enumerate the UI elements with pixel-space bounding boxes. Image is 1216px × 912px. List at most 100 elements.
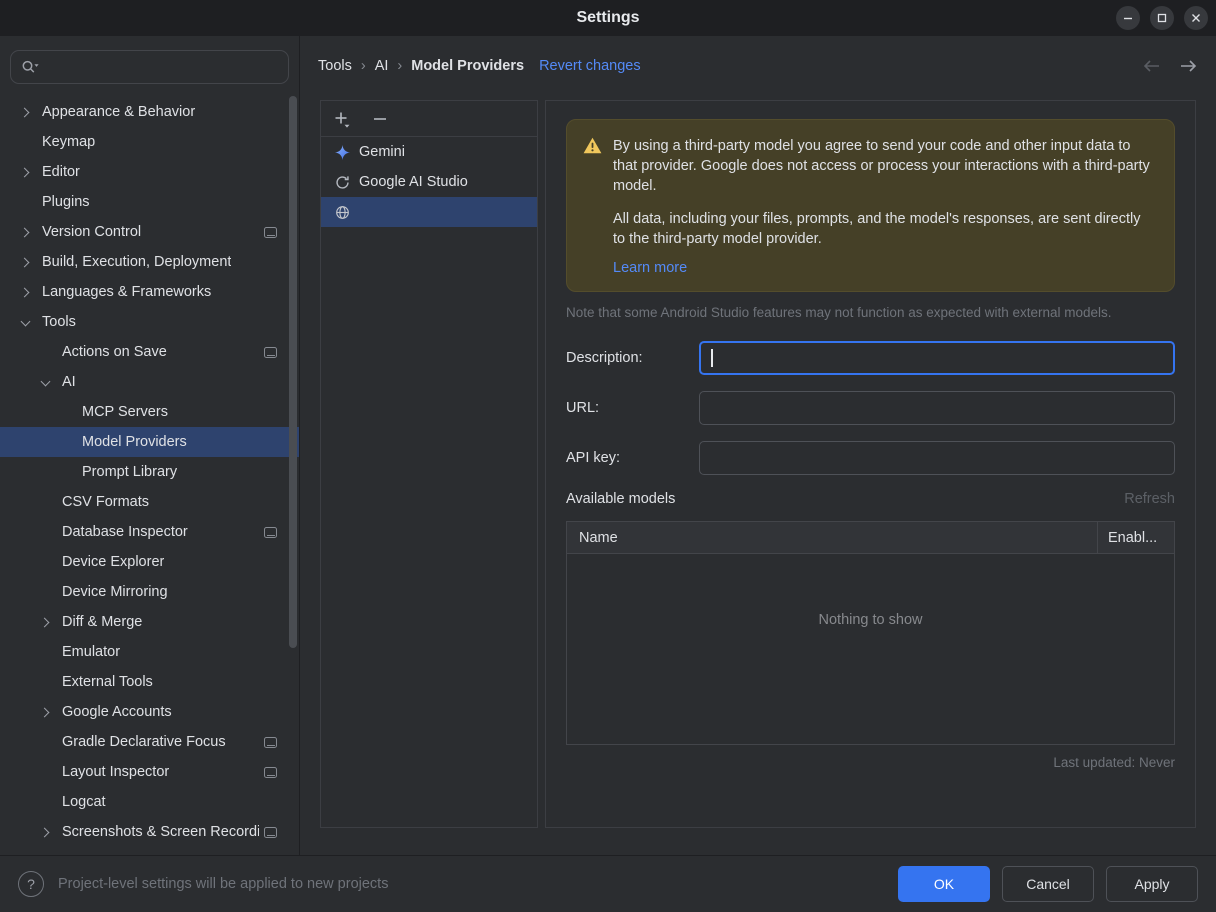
- sidebar-item-google-accounts[interactable]: Google Accounts: [0, 697, 299, 727]
- description-label: Description:: [566, 350, 699, 366]
- settings-main: Tools › AI › Model Providers Revert chan…: [300, 36, 1216, 855]
- apply-button[interactable]: Apply: [1106, 866, 1198, 902]
- chevron-right-icon[interactable]: [21, 228, 31, 238]
- maximize-button[interactable]: [1150, 6, 1174, 30]
- sidebar-item-emulator[interactable]: Emulator: [0, 637, 299, 667]
- sidebar-item-screenshots-screen-recording[interactable]: Screenshots & Screen Recordi: [0, 817, 299, 847]
- footer-buttons: OK Cancel Apply: [898, 866, 1198, 902]
- maximize-icon: [1157, 13, 1167, 23]
- forward-arrow-icon: [1178, 59, 1198, 73]
- sidebar-item-device-mirroring[interactable]: Device Mirroring: [0, 577, 299, 607]
- provider-form-panel: By using a third-party model you agree t…: [545, 100, 1196, 828]
- minimize-icon: [1123, 13, 1133, 23]
- sidebar-item-version-control[interactable]: Version Control: [0, 217, 299, 247]
- settings-search[interactable]: [10, 50, 289, 84]
- sidebar-item-diff-merge[interactable]: Diff & Merge: [0, 607, 299, 637]
- breadcrumb-ai[interactable]: AI: [375, 58, 389, 74]
- provider-item-google-ai-studio[interactable]: Google AI Studio: [321, 167, 537, 197]
- gemini-icon: [334, 145, 350, 160]
- provider-item-label: Gemini: [359, 144, 405, 160]
- column-header-enabled[interactable]: Enabl...: [1098, 522, 1174, 553]
- api-key-input[interactable]: [699, 441, 1175, 475]
- third-party-warning-banner: By using a third-party model you agree t…: [566, 119, 1175, 292]
- add-icon: [333, 110, 351, 128]
- sidebar-item-gradle-declarative-focus[interactable]: Gradle Declarative Focus: [0, 727, 299, 757]
- sidebar-item-logcat[interactable]: Logcat: [0, 787, 299, 817]
- refresh-button[interactable]: Refresh: [1124, 491, 1175, 507]
- provider-item-new[interactable]: [321, 197, 537, 227]
- window-title: Settings: [576, 9, 639, 27]
- sidebar-item-keymap[interactable]: Keymap: [0, 127, 299, 157]
- chevron-right-icon[interactable]: [41, 708, 51, 718]
- sidebar-item-layout-inspector[interactable]: Layout Inspector: [0, 757, 299, 787]
- external-models-note: Note that some Android Studio features m…: [566, 305, 1175, 320]
- sidebar-item-plugins[interactable]: Plugins: [0, 187, 299, 217]
- ide-settings-icon: [264, 827, 277, 838]
- remove-provider-button[interactable]: [367, 106, 393, 132]
- chevron-right-icon[interactable]: [21, 258, 31, 268]
- chevron-down-icon[interactable]: [21, 318, 31, 328]
- sidebar-item-languages-frameworks[interactable]: Languages & Frameworks: [0, 277, 299, 307]
- close-icon: [1191, 13, 1201, 23]
- chevron-right-icon[interactable]: [41, 618, 51, 628]
- url-input[interactable]: [699, 391, 1175, 425]
- models-table-empty-state: Nothing to show: [567, 554, 1174, 744]
- sidebar-item-csv-formats[interactable]: CSV Formats: [0, 487, 299, 517]
- available-models-label: Available models: [566, 491, 675, 507]
- column-header-name[interactable]: Name: [567, 522, 1098, 553]
- close-button[interactable]: [1184, 6, 1208, 30]
- footer-hint: Project-level settings will be applied t…: [58, 876, 388, 892]
- globe-icon: [334, 205, 350, 220]
- provider-list-toolbar: [321, 101, 537, 137]
- settings-sidebar: Appearance & Behavior Keymap Editor Plug…: [0, 36, 300, 855]
- sidebar-item-mcp-servers[interactable]: MCP Servers: [0, 397, 299, 427]
- ok-button[interactable]: OK: [898, 866, 990, 902]
- google-ai-studio-icon: [334, 175, 350, 190]
- breadcrumb-separator: ›: [397, 58, 402, 74]
- remove-icon: [371, 110, 389, 128]
- sidebar-item-appearance-behavior[interactable]: Appearance & Behavior: [0, 97, 299, 127]
- chevron-right-icon[interactable]: [21, 108, 31, 118]
- back-button[interactable]: [1142, 59, 1162, 73]
- sidebar-item-model-providers[interactable]: Model Providers: [0, 427, 299, 457]
- chevron-right-icon[interactable]: [41, 828, 51, 838]
- minimize-button[interactable]: [1116, 6, 1140, 30]
- sidebar-scrollbar-thumb[interactable]: [289, 96, 297, 648]
- ide-settings-icon: [264, 227, 277, 238]
- breadcrumb: Tools › AI › Model Providers Revert chan…: [300, 36, 1216, 96]
- cancel-button[interactable]: Cancel: [1002, 866, 1094, 902]
- settings-tree: Appearance & Behavior Keymap Editor Plug…: [0, 97, 299, 847]
- provider-item-gemini[interactable]: Gemini: [321, 137, 537, 167]
- revert-changes-link[interactable]: Revert changes: [539, 58, 641, 74]
- sidebar-item-ai[interactable]: AI: [0, 367, 299, 397]
- description-input[interactable]: [699, 341, 1175, 375]
- warning-icon: [583, 137, 602, 160]
- back-arrow-icon: [1142, 59, 1162, 73]
- add-provider-button[interactable]: [329, 106, 355, 132]
- sidebar-item-external-tools[interactable]: External Tools: [0, 667, 299, 697]
- sidebar-item-tools[interactable]: Tools: [0, 307, 299, 337]
- sidebar-item-prompt-library[interactable]: Prompt Library: [0, 457, 299, 487]
- settings-search-input[interactable]: [46, 59, 278, 75]
- api-key-label: API key:: [566, 450, 699, 466]
- sidebar-item-build-execution-deployment[interactable]: Build, Execution, Deployment: [0, 247, 299, 277]
- sidebar-item-actions-on-save[interactable]: Actions on Save: [0, 337, 299, 367]
- forward-button[interactable]: [1178, 59, 1198, 73]
- titlebar: Settings: [0, 0, 1216, 36]
- models-table: Name Enabl... Nothing to show: [566, 521, 1175, 745]
- window-controls: [1116, 6, 1208, 30]
- warning-paragraph-1: By using a third-party model you agree t…: [613, 136, 1154, 196]
- sidebar-item-database-inspector[interactable]: Database Inspector: [0, 517, 299, 547]
- last-updated-text: Last updated: Never: [566, 755, 1175, 770]
- breadcrumb-tools[interactable]: Tools: [318, 58, 352, 74]
- learn-more-link[interactable]: Learn more: [613, 260, 687, 276]
- warning-paragraph-2: All data, including your files, prompts,…: [613, 209, 1154, 249]
- sidebar-item-editor[interactable]: Editor: [0, 157, 299, 187]
- provider-list-panel: Gemini Google AI Studio: [320, 100, 538, 828]
- chevron-right-icon[interactable]: [21, 288, 31, 298]
- help-icon[interactable]: [18, 871, 44, 897]
- sidebar-item-device-explorer[interactable]: Device Explorer: [0, 547, 299, 577]
- text-cursor: [711, 349, 713, 367]
- chevron-right-icon[interactable]: [21, 168, 31, 178]
- chevron-down-icon[interactable]: [41, 378, 51, 388]
